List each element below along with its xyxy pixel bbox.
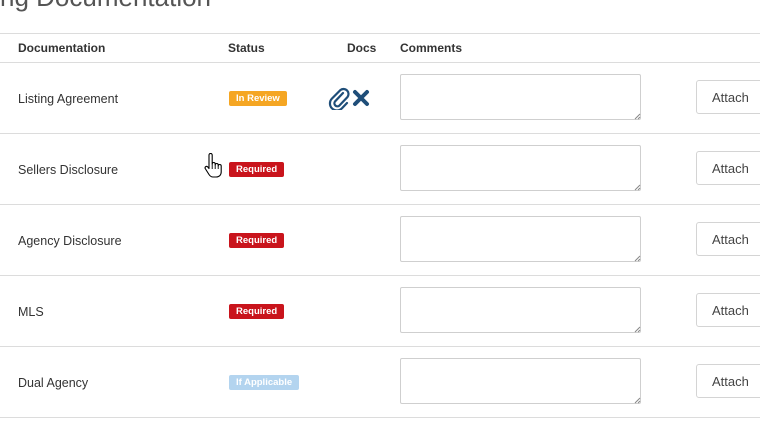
- comment-field[interactable]: [400, 358, 641, 404]
- document-name: Dual Agency: [18, 376, 89, 390]
- page-title: ng Documentation: [0, 0, 211, 13]
- document-name: Listing Agreement: [18, 92, 119, 106]
- status-badge: Required: [229, 162, 285, 177]
- document-name: Sellers Disclosure: [18, 163, 119, 177]
- documentation-table: Documentation Status Docs Comments Listi…: [0, 33, 760, 418]
- comment-field[interactable]: [400, 216, 641, 262]
- attach-button[interactable]: Attach: [696, 151, 760, 185]
- attach-button[interactable]: Attach: [696, 364, 760, 398]
- paperclip-icon[interactable]: [328, 86, 350, 110]
- document-name: MLS: [18, 305, 44, 319]
- attach-button[interactable]: Attach: [696, 222, 760, 256]
- header-comments: Comments: [400, 41, 463, 55]
- status-badge: If Applicable: [229, 375, 300, 390]
- close-icon[interactable]: [352, 89, 370, 107]
- comment-field[interactable]: [400, 287, 641, 333]
- table-row: Listing Agreement In Review Attach: [0, 63, 760, 134]
- status-badge: Required: [229, 304, 285, 319]
- header-status: Status: [228, 41, 265, 55]
- table-row: Agency Disclosure Required Attach: [0, 205, 760, 276]
- comment-field[interactable]: [400, 145, 641, 191]
- document-name: Agency Disclosure: [18, 234, 122, 248]
- status-badge: In Review: [229, 91, 287, 106]
- table-header: Documentation Status Docs Comments: [0, 33, 760, 63]
- comment-field[interactable]: [400, 74, 641, 120]
- attach-button[interactable]: Attach: [696, 293, 760, 327]
- status-badge: Required: [229, 233, 285, 248]
- header-docs: Docs: [347, 41, 377, 55]
- hand-pointer-icon: [204, 153, 222, 178]
- table-row: MLS Required Attach: [0, 276, 760, 347]
- table-row: Sellers Disclosure Required Attach: [0, 134, 760, 205]
- table-row: Dual Agency If Applicable Attach: [0, 347, 760, 418]
- attach-button[interactable]: Attach: [696, 80, 760, 114]
- header-documentation: Documentation: [18, 41, 106, 55]
